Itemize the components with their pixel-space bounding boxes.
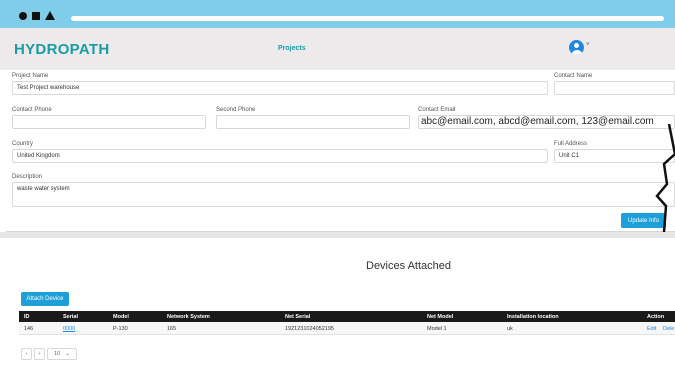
- country-input[interactable]: United Kingdom: [12, 149, 548, 163]
- country-label: Country: [12, 141, 34, 147]
- contact-email-value: abc@email.com, abcd@email.com, 123@email…: [421, 116, 654, 127]
- pagination: ‹ › 10 ⌄: [21, 348, 77, 360]
- cell-model: P-130: [113, 326, 128, 332]
- table-row: 146 0000 P-130 165 1921231024052195 Mode…: [19, 322, 675, 335]
- contact-name-input[interactable]: [554, 81, 675, 95]
- triangle-icon[interactable]: [45, 11, 55, 20]
- arrow-shape-icon: [655, 124, 675, 232]
- chevron-down-icon: ⌄: [65, 351, 70, 357]
- section-divider: [0, 232, 675, 238]
- col-action[interactable]: Action: [647, 314, 664, 320]
- project-name-input[interactable]: Test Project warehouse: [12, 81, 548, 95]
- full-address-label: Full Address: [554, 141, 588, 147]
- app-logo[interactable]: HYDROPATH: [14, 41, 109, 58]
- second-phone-input[interactable]: [216, 115, 410, 129]
- page: HYDROPATH Projects ˅ Project Name Test P…: [0, 0, 675, 372]
- col-id[interactable]: ID: [24, 314, 30, 320]
- circle-icon[interactable]: [19, 11, 27, 20]
- page-size-value: 10: [54, 351, 61, 357]
- cell-net-serial: 1921231024052195: [285, 326, 334, 332]
- cell-network-system: 165: [167, 326, 177, 332]
- cell-serial-link[interactable]: 0000: [63, 326, 75, 332]
- page-size-select[interactable]: 10 ⌄: [47, 348, 77, 360]
- description-label: Description: [12, 174, 43, 180]
- user-avatar-icon[interactable]: [569, 40, 584, 55]
- contact-phone-label: Contact Phone: [12, 107, 52, 113]
- col-network-system[interactable]: Network System: [167, 314, 210, 320]
- col-serial[interactable]: Serial: [63, 314, 78, 320]
- devices-table-header: ID Serial Model Network System Net Seria…: [19, 311, 675, 322]
- contact-email-label: Contact Email: [418, 107, 456, 113]
- window-controls: [19, 11, 55, 20]
- nav-projects-link[interactable]: Projects: [278, 45, 306, 52]
- cell-net-model: Model 1: [427, 326, 447, 332]
- edit-link[interactable]: Edit: [647, 326, 656, 332]
- cell-installation-location: uk: [507, 326, 513, 332]
- cell-id: 146: [24, 326, 34, 332]
- app-header: HYDROPATH Projects ˅: [0, 28, 675, 70]
- attach-device-button[interactable]: Attach Device: [21, 292, 69, 306]
- second-phone-label: Second Phone: [216, 107, 256, 113]
- contact-name-label: Contact Name: [554, 73, 593, 79]
- browser-chrome: [0, 0, 675, 28]
- devices-section-title: Devices Attached: [366, 260, 451, 272]
- next-page-button[interactable]: ›: [34, 348, 45, 360]
- square-icon[interactable]: [32, 11, 40, 20]
- description-textarea[interactable]: waste water system: [12, 182, 675, 207]
- contact-phone-input[interactable]: [12, 115, 206, 129]
- col-net-model[interactable]: Net Model: [427, 314, 453, 320]
- col-net-serial[interactable]: Net Serial: [285, 314, 310, 320]
- project-form: Project Name Test Project warehouse Cont…: [6, 70, 675, 232]
- delete-link[interactable]: Dele: [663, 326, 674, 332]
- col-model[interactable]: Model: [113, 314, 129, 320]
- chevron-down-icon[interactable]: ˅: [586, 42, 590, 48]
- project-name-label: Project Name: [12, 73, 49, 79]
- col-installation-location[interactable]: Installation location: [507, 314, 559, 320]
- prev-page-button[interactable]: ‹: [21, 348, 32, 360]
- address-bar[interactable]: [71, 16, 664, 21]
